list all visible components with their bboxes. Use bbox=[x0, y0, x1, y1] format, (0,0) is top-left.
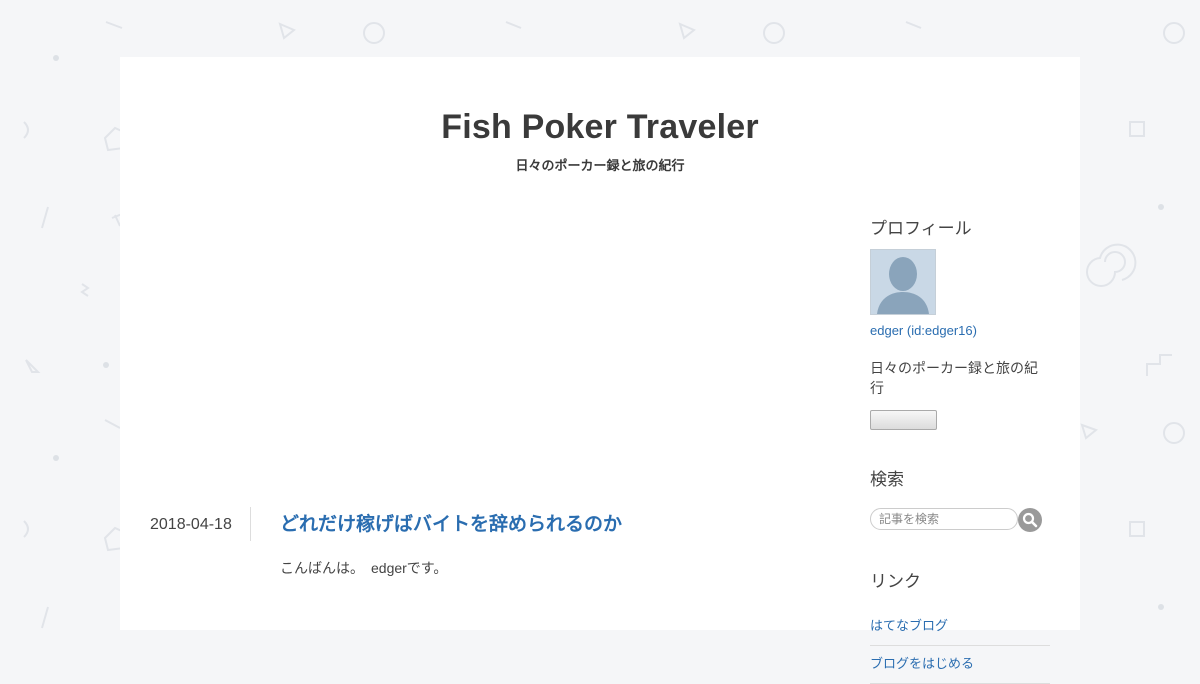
link-hatena-blog[interactable]: はてなブログ bbox=[870, 618, 948, 633]
search-module: 検索 bbox=[870, 468, 1050, 532]
profile-module: プロフィール edger (id:edger16) 日々のポーカー録と旅の紀行 bbox=[870, 217, 1050, 430]
blog-description: 日々のポーカー録と旅の紀行 bbox=[515, 158, 685, 173]
profile-user-link[interactable]: edger (id:edger16) bbox=[870, 323, 1050, 338]
links-module-title: リンク bbox=[870, 572, 921, 591]
entry-title-link[interactable]: どれだけ稼げばバイトを辞められるのか bbox=[280, 507, 622, 543]
search-button[interactable] bbox=[1018, 508, 1042, 532]
entry-date: 2018-04-18 bbox=[150, 507, 251, 541]
sidebar: プロフィール edger (id:edger16) 日々のポーカー録と旅の紀行 … bbox=[870, 217, 1050, 684]
profile-module-title: プロフィール bbox=[870, 219, 972, 238]
entry-body-text: こんばんは。 edgerです。 bbox=[280, 560, 448, 576]
search-module-title: 検索 bbox=[870, 470, 904, 489]
link-start-blog[interactable]: ブログをはじめる bbox=[870, 656, 974, 671]
link-list: はてなブログ ブログをはじめる bbox=[870, 608, 1050, 684]
entry-header: 2018-04-18 どれだけ稼げばバイトを辞められるのか bbox=[150, 507, 830, 543]
search-input[interactable] bbox=[870, 508, 1018, 530]
profile-description: 日々のポーカー録と旅の紀行 bbox=[870, 360, 1038, 396]
search-form bbox=[870, 508, 1050, 532]
subscribe-button[interactable] bbox=[870, 410, 937, 430]
blog-header: Fish Poker Traveler 日々のポーカー録と旅の紀行 bbox=[120, 105, 1080, 174]
links-module: リンク はてなブログ ブログをはじめる bbox=[870, 570, 1050, 684]
link-list-item: はてなブログ bbox=[870, 608, 1050, 646]
blog-title-link[interactable]: Fish Poker Traveler bbox=[120, 105, 1080, 149]
default-user-avatar-icon[interactable] bbox=[870, 249, 936, 315]
content-container: Fish Poker Traveler 日々のポーカー録と旅の紀行 2018-0… bbox=[120, 57, 1080, 684]
search-icon bbox=[1022, 512, 1038, 528]
link-list-item: ブログをはじめる bbox=[870, 646, 1050, 684]
